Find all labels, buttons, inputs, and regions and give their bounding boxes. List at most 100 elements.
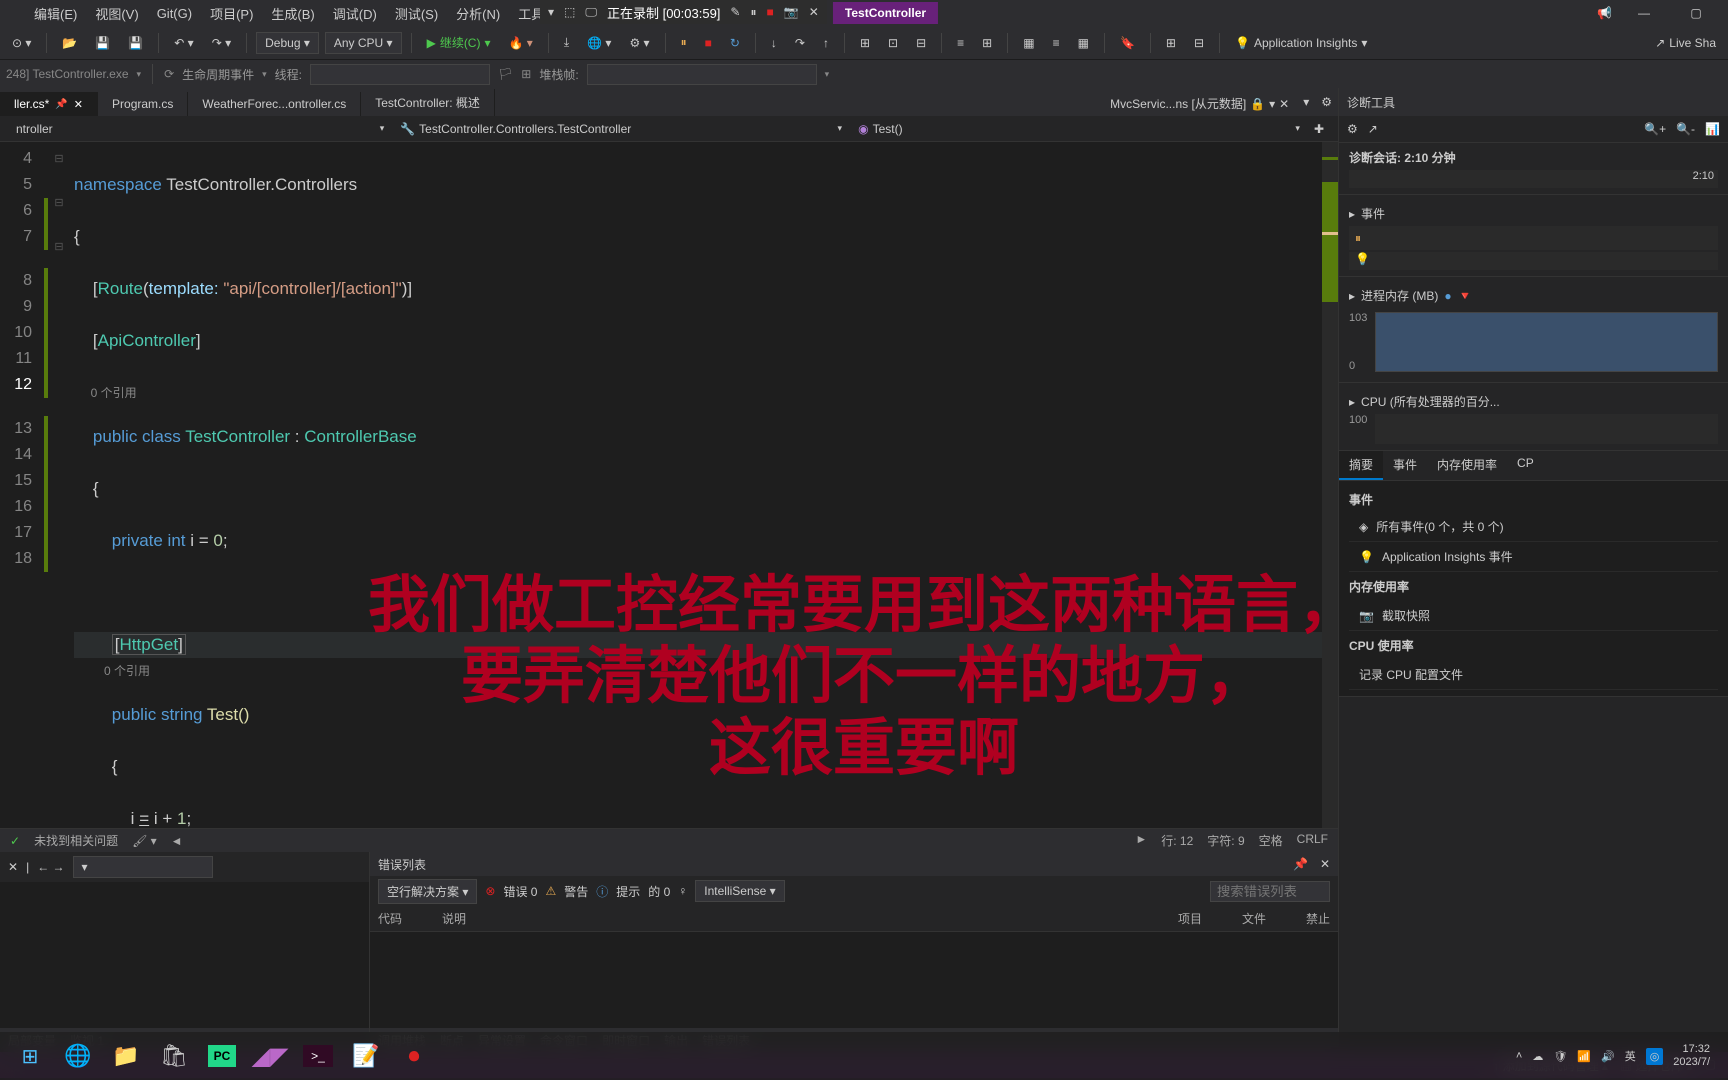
errors-count[interactable]: 错误 0: [503, 883, 537, 900]
menu-debug[interactable]: 调试(D): [325, 0, 385, 27]
split-icon[interactable]: ✚: [1308, 122, 1330, 136]
editor-scrollbar[interactable]: [1322, 142, 1338, 828]
pause-debug-icon[interactable]: ⏸: [675, 31, 693, 54]
lifecycle-icon[interactable]: ⟳: [164, 67, 174, 81]
intellisense-dropdown[interactable]: IntelliSense ▾: [695, 880, 784, 902]
menu-git[interactable]: Git(G): [149, 2, 200, 25]
nav-class[interactable]: 🔧 TestController.Controllers.TestControl…: [392, 122, 850, 136]
minimize-button[interactable]: —: [1624, 0, 1664, 27]
code-editor[interactable]: 456789101112131415161718: [0, 142, 1338, 828]
continue-button[interactable]: ▶ 继续(C) ▾: [421, 30, 497, 55]
platform-dropdown[interactable]: Any CPU ▾: [325, 32, 402, 54]
dropdown-icon[interactable]: ▾: [1297, 91, 1315, 116]
back-button[interactable]: ⊙ ▾: [6, 32, 37, 54]
solution-filter[interactable]: 空行解决方案 ▾: [378, 879, 477, 904]
cpu-section[interactable]: ▸ CPU (所有处理器的百分...: [1349, 389, 1718, 414]
close-icon[interactable]: ✕: [8, 860, 18, 874]
col-desc[interactable]: 说明: [442, 910, 466, 927]
redo-button[interactable]: ↷ ▾: [206, 32, 237, 54]
nav-left-icon[interactable]: ◄: [171, 834, 183, 848]
hot-reload-icon[interactable]: 🔥 ▾: [503, 32, 539, 54]
tool-icon-2[interactable]: ⊡: [882, 32, 904, 54]
menu-edit[interactable]: 编辑(E): [26, 0, 85, 27]
tool-icon-1[interactable]: ⊞: [854, 32, 876, 54]
nav-right-icon[interactable]: ►: [1135, 832, 1147, 849]
tab-weather-controller[interactable]: WeatherForec...ontroller.cs: [188, 92, 361, 116]
tray-up-icon[interactable]: ˄: [1516, 1050, 1522, 1062]
config-icon[interactable]: ⚙ ▾: [623, 32, 655, 54]
monitor-icon[interactable]: 🖵: [585, 5, 597, 20]
config-dropdown[interactable]: Debug ▾: [256, 32, 319, 54]
nav-method[interactable]: ◉ Test() ▾: [850, 122, 1308, 136]
save-icon[interactable]: 💾: [89, 32, 116, 54]
menu-project[interactable]: 项目(P): [202, 0, 261, 27]
tray-volume-icon[interactable]: 🔊: [1601, 1050, 1615, 1063]
pin-icon[interactable]: 📌: [1293, 857, 1308, 871]
code-content[interactable]: namespace TestController.Controllers { […: [68, 142, 1322, 828]
filter-icon[interactable]: ♀: [678, 884, 687, 898]
tab-summary[interactable]: 摘要: [1339, 451, 1383, 480]
task-edge[interactable]: 🌐: [56, 1036, 100, 1076]
maximize-button[interactable]: ▢: [1676, 0, 1716, 27]
tab-mvc-services[interactable]: MvcServic...ns [从元数据] 🔒 ▾ ✕: [1102, 91, 1297, 116]
broadcast-icon[interactable]: 📢: [1597, 6, 1612, 20]
locals-dropdown[interactable]: ▾: [73, 856, 213, 878]
tray-ime[interactable]: 英: [1625, 1048, 1636, 1064]
pin-icon[interactable]: 📌: [55, 99, 67, 110]
tool-icon-4[interactable]: ≡: [951, 32, 970, 54]
tool-icon-7[interactable]: ≡: [1047, 32, 1066, 54]
col-suppress[interactable]: 禁止: [1306, 910, 1330, 927]
nav-scope[interactable]: ntroller ▾: [8, 122, 392, 136]
close-icon[interactable]: ✕: [809, 5, 819, 19]
tool-icon-6[interactable]: ▦: [1017, 32, 1040, 54]
warnings-count[interactable]: 警告: [564, 883, 588, 900]
undo-button[interactable]: ↶ ▾: [168, 32, 199, 54]
step-out-icon[interactable]: ↑: [817, 32, 835, 54]
tab-testcontroller-overview[interactable]: TestController: 概述: [361, 89, 495, 116]
fold-toggle[interactable]: ⊟: [50, 234, 68, 260]
gear-icon[interactable]: ⚙: [1315, 91, 1338, 116]
tray-onedrive-icon[interactable]: ☁: [1532, 1050, 1543, 1063]
tool-icon-3[interactable]: ⊟: [910, 32, 932, 54]
brush-icon[interactable]: 🖌 ▾: [132, 834, 157, 848]
browser-icon[interactable]: 🌐 ▾: [581, 32, 617, 54]
close-icon[interactable]: ✕: [74, 98, 83, 111]
app-insights-button[interactable]: 💡 Application Insights ▾: [1229, 32, 1373, 54]
task-vs[interactable]: ◢◤: [248, 1036, 292, 1076]
messages-count[interactable]: 提示: [616, 883, 640, 900]
record-cpu-item[interactable]: 记录 CPU 配置文件: [1349, 660, 1718, 690]
zoom-out-icon[interactable]: 🔍-: [1676, 122, 1695, 136]
tool-icon-9[interactable]: 🔖: [1114, 32, 1141, 54]
restart-icon[interactable]: ↻: [724, 32, 746, 54]
thread-icon-1[interactable]: 🏳: [498, 67, 513, 81]
task-pycharm[interactable]: PC: [200, 1036, 244, 1076]
col-file[interactable]: 文件: [1242, 910, 1266, 927]
export-icon[interactable]: ↗: [1368, 122, 1378, 136]
tab-memory[interactable]: 内存使用率: [1427, 451, 1507, 480]
close-icon[interactable]: ✕: [1279, 97, 1289, 111]
error-list-content[interactable]: [370, 932, 1338, 1028]
tray-time[interactable]: 17:32: [1673, 1043, 1710, 1056]
fold-toggle[interactable]: ⊟: [50, 146, 68, 172]
tray-shield-icon[interactable]: 🛡: [1553, 1050, 1567, 1063]
pencil-icon[interactable]: ✎: [730, 5, 740, 19]
app-insights-item[interactable]: 💡 Application Insights 事件: [1349, 542, 1718, 572]
spaces-label[interactable]: 空格: [1259, 832, 1283, 849]
crop-icon[interactable]: ⬚: [564, 5, 575, 19]
start-button[interactable]: ⊞: [8, 1036, 52, 1076]
stop-debug-icon[interactable]: ■: [699, 32, 718, 54]
tool-icon-10[interactable]: ⊞: [1160, 32, 1182, 54]
encoding-label[interactable]: CRLF: [1297, 832, 1328, 849]
all-events-item[interactable]: ◈ 所有事件(0 个，共 0 个): [1349, 512, 1718, 542]
nav-icon[interactable]: ← →: [37, 860, 64, 874]
tab-cpu[interactable]: CP: [1507, 451, 1544, 480]
task-notepad[interactable]: 📝: [344, 1036, 388, 1076]
step-into-icon[interactable]: ↓: [765, 32, 783, 54]
tool-icon-8[interactable]: ▦: [1072, 32, 1095, 54]
task-explorer[interactable]: 📁: [104, 1036, 148, 1076]
events-section[interactable]: ▸ 事件: [1349, 201, 1718, 226]
tab-controller-cs[interactable]: ller.cs* 📌 ✕: [0, 92, 98, 116]
snapshot-item[interactable]: 📷 截取快照: [1349, 601, 1718, 631]
open-folder-icon[interactable]: 📂: [56, 32, 83, 54]
gear-icon[interactable]: ⚙: [1347, 122, 1358, 136]
